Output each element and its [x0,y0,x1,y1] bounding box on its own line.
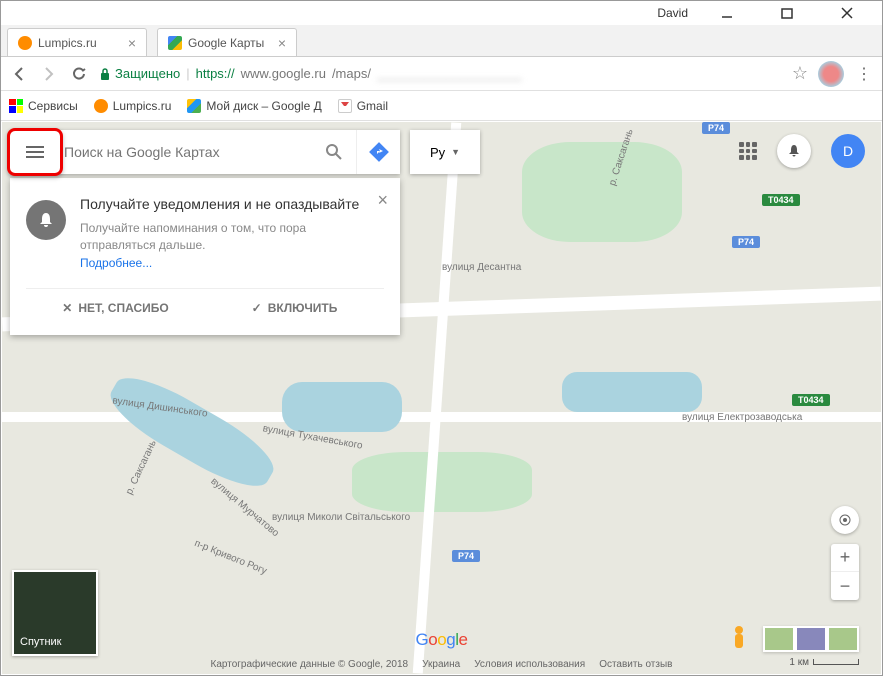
highlight-annotation [7,128,63,176]
window-user-label: David [657,6,688,20]
accept-button[interactable]: ✓ВКЛЮЧИТЬ [205,289,384,327]
country-label: Украина [422,659,460,670]
notification-card: × Получайте уведомления и не опаздывайте… [10,178,400,335]
zoom-in-button[interactable]: + [831,544,859,572]
notifications-button[interactable] [777,134,811,168]
search-input[interactable] [60,144,312,160]
bookmark-apps[interactable]: Сервисы [9,99,78,113]
close-tab-icon[interactable]: × [128,35,136,51]
notification-body: Получайте напоминания о том, что пора от… [80,220,384,254]
map-viewport[interactable]: р. Саксаганьвулиця Десантнавулиця Дишинс… [2,122,881,674]
bell-icon [786,143,802,159]
feedback-link[interactable]: Оставить отзыв [599,659,672,670]
secure-indicator: Защищено [99,66,180,81]
attribution-bar: Картографические данные © Google, 2018 У… [211,659,673,670]
street-label: вулиця Мурчатово [208,476,280,539]
tab-lumpics[interactable]: Lumpics.ru × [7,28,147,56]
zoom-control: + − [831,544,859,600]
apps-icon [9,99,23,113]
route-badge: P74 [452,550,480,562]
close-tab-icon[interactable]: × [278,35,286,51]
street-label: п-р Кривого Рогу [193,538,269,577]
street-label: вулиця Миколи Світальського [272,512,410,523]
street-label: р. Саксагань [124,439,159,497]
directions-icon [368,141,390,163]
google-logo: Google [416,630,468,650]
notification-title: Получайте уведомления и не опаздывайте [80,196,384,212]
bookmarks-bar: Сервисы Lumpics.ru Мой диск – Google Д G… [1,91,882,121]
search-box [10,130,400,174]
favicon-gmail-icon [338,99,352,113]
tabs-bar: Lumpics.ru × Google Карты × [1,25,882,57]
terms-link[interactable]: Условия использования [474,659,585,670]
route-badge: P74 [702,122,730,134]
favicon-orange-icon [18,36,32,50]
bookmark-drive[interactable]: Мой диск – Google Д [187,99,321,113]
close-window-button[interactable] [826,4,868,22]
decline-button[interactable]: ✕НЕТ, СПАСИБО [26,289,205,327]
tab-google-maps[interactable]: Google Карты × [157,28,297,56]
tab-label: Lumpics.ru [38,36,97,50]
my-location-button[interactable] [831,506,859,534]
reload-button[interactable] [69,64,89,84]
map-data-label: Картографические данные © Google, 2018 [211,659,409,670]
main-menu-button[interactable] [10,131,60,173]
satellite-toggle[interactable]: Спутник [12,570,98,656]
bell-icon [26,200,66,240]
zoom-out-button[interactable]: − [831,572,859,600]
address-bar: Защищено | https://www.google.ru/maps/__… [1,57,882,91]
window-title-bar: David [1,1,882,25]
directions-button[interactable] [356,130,400,174]
lock-icon [99,67,111,81]
favicon-drive-icon [187,99,201,113]
search-icon [325,143,343,161]
maximize-button[interactable] [766,4,808,22]
forward-button[interactable] [39,64,59,84]
chevron-down-icon: ▼ [451,147,460,157]
check-icon: ✓ [252,301,262,315]
target-icon [837,512,853,528]
tab-label: Google Карты [188,36,264,50]
route-badge: T0434 [792,394,830,406]
browser-menu-button[interactable]: ⋮ [854,64,874,84]
url-field[interactable]: Защищено | https://www.google.ru/maps/__… [99,63,808,84]
close-icon: ✕ [62,301,72,315]
pegman-button[interactable] [727,624,751,654]
search-button[interactable] [312,130,356,174]
street-label: вулиця Десантна [442,262,521,273]
favicon-orange-icon [94,99,108,113]
imagery-carousel[interactable] [763,626,859,652]
scale-indicator: 1 км [789,657,859,668]
favicon-maps-icon [168,36,182,50]
minimize-button[interactable] [706,4,748,22]
bookmark-star-icon[interactable]: ☆ [792,63,808,84]
google-apps-button[interactable] [739,142,757,160]
route-badge: T0434 [762,194,800,206]
route-badge: P74 [732,236,760,248]
bookmark-gmail[interactable]: Gmail [338,99,388,113]
profile-avatar[interactable] [818,61,844,87]
language-selector[interactable]: Ру ▼ [410,130,480,174]
street-label: вулиця Електрозаводська [682,412,802,423]
account-button[interactable]: D [831,134,865,168]
notification-more-link[interactable]: Подробнее... [80,256,152,270]
bookmark-lumpics[interactable]: Lumpics.ru [94,99,172,113]
pegman-icon [727,624,751,654]
back-button[interactable] [9,64,29,84]
close-notification-button[interactable]: × [377,190,388,211]
